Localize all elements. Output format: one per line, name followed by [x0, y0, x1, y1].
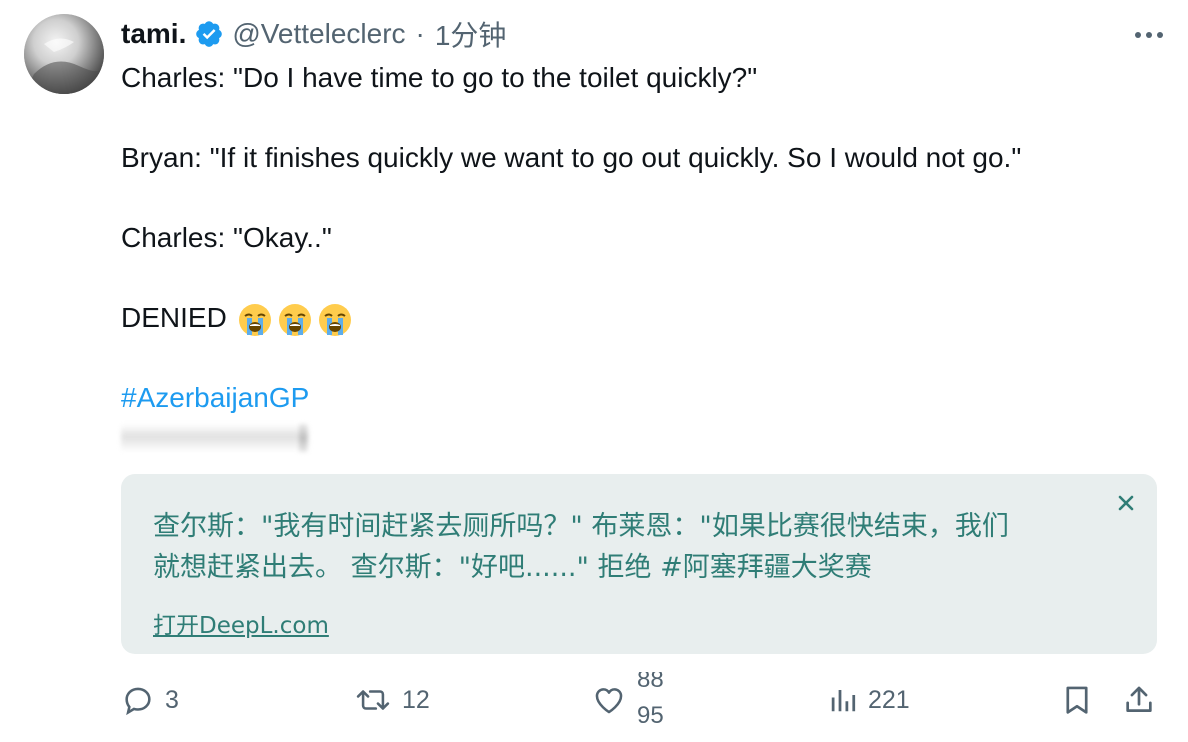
open-deepl-link[interactable]: 打开DeepL.com: [153, 606, 329, 640]
more-options-icon[interactable]: [1132, 22, 1166, 48]
denied-text: DENIED: [121, 302, 227, 333]
like-count-next: 95: [637, 702, 664, 728]
avatar[interactable]: [24, 14, 104, 94]
tweet-line: Bryan: "If it finishes quickly we want t…: [121, 142, 1022, 173]
close-icon[interactable]: [1113, 490, 1139, 516]
share-icon: [1126, 686, 1152, 712]
loudly-crying-face-icon: [277, 302, 313, 338]
reply-icon: [125, 687, 151, 716]
timestamp[interactable]: 1分钟: [435, 14, 507, 54]
emoji-row: [237, 302, 353, 338]
translation-panel: 查尔斯："我有时间赶紧去厕所吗？" 布莱恩："如果比赛很快结束，我们 就想赶紧出…: [121, 474, 1157, 654]
loudly-crying-face-icon: [317, 302, 353, 338]
hashtag-link[interactable]: #AzerbaijanGP: [121, 378, 1161, 418]
translation-line: 查尔斯："我有时间赶紧去厕所吗？" 布莱恩："如果比赛很快结束，我们: [153, 511, 1009, 542]
blurred-attachment: [121, 424, 309, 452]
loudly-crying-face-icon: [237, 302, 273, 338]
bookmark-icon: [1066, 686, 1088, 714]
bookmark-button[interactable]: [1060, 672, 1094, 728]
heart-icon: [595, 688, 623, 714]
tweet-header: tami. @Vetteleclerc · 1分钟: [121, 14, 506, 54]
like-count-previous: 88: [637, 672, 664, 693]
translation-text: 查尔斯："我有时间赶紧去厕所吗？" 布莱恩："如果比赛很快结束，我们 就想赶紧出…: [153, 506, 1113, 588]
tweet-line: Charles: "Do I have time to go to the to…: [121, 62, 758, 93]
tweet-card: tami. @Vetteleclerc · 1分钟 Charles: "Do I…: [0, 0, 1188, 742]
like-button[interactable]: 88 95: [591, 672, 677, 728]
user-handle[interactable]: @Vetteleclerc: [232, 18, 405, 50]
separator-dot: ·: [415, 18, 425, 49]
hashtag[interactable]: #AzerbaijanGP: [121, 382, 309, 413]
retweet-icon: [356, 690, 390, 710]
verified-badge-icon: [194, 19, 224, 49]
analytics-icon: [831, 690, 856, 712]
reply-count: 3: [165, 685, 179, 714]
views-button[interactable]: 221: [828, 672, 910, 728]
tweet-text: Charles: "Do I have time to go to the to…: [121, 58, 1161, 418]
display-name[interactable]: tami.: [121, 18, 186, 50]
like-count: 88 95: [637, 672, 677, 728]
tweet-line: Charles: "Okay..": [121, 222, 332, 253]
retweet-button[interactable]: 12: [354, 672, 430, 728]
share-button[interactable]: [1122, 672, 1156, 728]
views-count: 221: [868, 685, 910, 714]
reply-button[interactable]: 3: [121, 672, 179, 728]
action-bar: 3 12 88 95 221: [0, 672, 1188, 728]
tweet-line-denied: DENIED: [121, 298, 1161, 338]
translation-line: 就想赶紧出去。 查尔斯："好吧......" 拒绝 #阿塞拜疆大奖赛: [153, 552, 872, 583]
retweet-count: 12: [402, 685, 430, 714]
